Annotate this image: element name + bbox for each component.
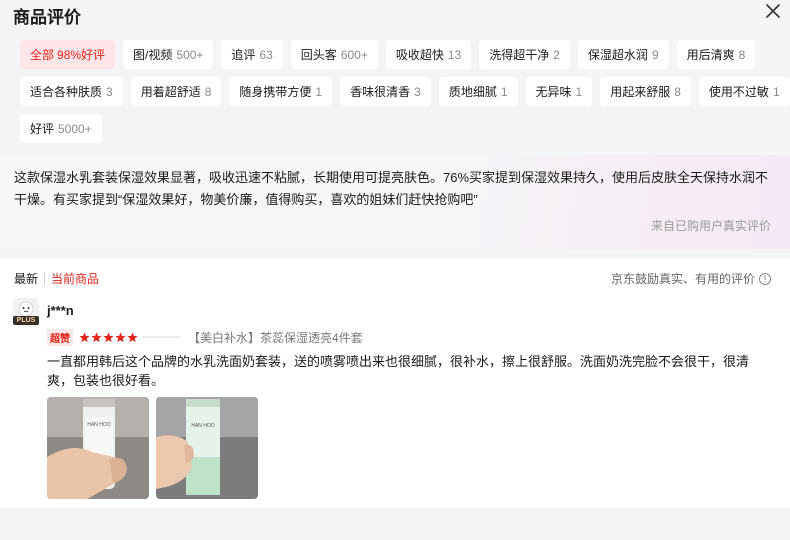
tag-label: 香味很清香 — [350, 85, 411, 99]
tag-label: 追评 — [231, 48, 256, 62]
review-photos: HAN HOO HAN HOO — [47, 397, 258, 499]
tag-count: 9 — [651, 47, 659, 62]
filter-tags: 全部 98%好评 图/视频 500+ 追评 63 回头客 600+ 吸收超快 13 洗得超… — [20, 40, 790, 151]
info-icon: ! — [759, 272, 771, 285]
review-panel: 商品评价 全部 98%好评 图/视频 500+ 追评 63 回头客 600+ 吸收超快 1… — [0, 0, 790, 540]
tag-label: 用后清爽 — [686, 48, 735, 62]
tag-count: 5000+ — [58, 121, 92, 136]
tag-label: 好评 — [30, 122, 55, 136]
tag-label: 用起来舒服 — [610, 85, 671, 99]
review-header: 商品评价 全部 98%好评 图/视频 500+ 追评 63 回头客 600+ 吸收超快 1… — [0, 0, 790, 150]
tag-count: 2 — [553, 47, 560, 62]
tag-count: 8 — [738, 47, 746, 62]
ai-summary: 这款保湿水乳套装保湿效果显著，吸收迅速不粘腻，长期使用可提亮肤色。76%买家提到… — [0, 155, 790, 249]
tag-label: 适合各种肤质 — [30, 85, 103, 99]
policy-text: 京东鼓励真实、有用的评价 — [610, 272, 755, 286]
tag-refreshing[interactable]: 用后清爽 8 — [676, 40, 756, 69]
product-variant: 【美白补水】茶蕊保湿透亮4件套 — [188, 330, 363, 345]
review-policy[interactable]: 京东鼓励真实、有用的评价 ! — [611, 270, 771, 287]
tag-row-3: 好评 5000+ — [20, 114, 780, 143]
star-icon — [79, 332, 90, 342]
tag-count: 8 — [204, 84, 212, 99]
tag-follow-up[interactable]: 追评 63 — [221, 40, 283, 69]
tag-count: 1 — [575, 84, 583, 99]
tag-count: 1 — [315, 84, 323, 99]
rating-badge: 超赞 — [47, 328, 73, 346]
tag-repeat-buyer[interactable]: 回头客 600+ — [290, 40, 378, 69]
tag-moisturizing[interactable]: 保湿超水润 9 — [577, 40, 669, 69]
summary-source: 来自已购用户真实评价 — [650, 219, 771, 233]
star-icon — [103, 332, 114, 342]
photo-brand-text: HAN HOO — [87, 422, 110, 428]
tag-row-1: 全部 98%好评 图/视频 500+ 追评 63 回头客 600+ 吸收超快 13 洗得超… — [20, 40, 780, 69]
tag-row-2: 适合各种肤质 3 用着超舒适 8 随身携带方便 1 香味很清香 3 质地细腻 1 无异味 1… — [20, 77, 790, 106]
tag-label: 使用不过敏 — [708, 85, 769, 99]
star-rating — [79, 332, 138, 343]
tag-no-allergy[interactable]: 使用不过敏 1 — [698, 77, 790, 106]
tag-label: 用着超舒适 — [140, 85, 201, 99]
review-photo[interactable]: HAN HOO — [47, 397, 149, 499]
plus-badge: PLUS — [13, 316, 39, 325]
tag-clean-wash[interactable]: 洗得超干净 2 — [479, 40, 570, 69]
tag-count: 3 — [414, 84, 421, 99]
tag-label: 无异味 — [535, 85, 572, 99]
rating-row: 超赞 【美白补水】茶蕊保湿透亮4件套 — [47, 328, 363, 346]
panel-title: 商品评价 — [13, 8, 81, 27]
tag-comfortable-use[interactable]: 用起来舒服 8 — [600, 77, 691, 106]
review-photo[interactable]: HAN HOO — [156, 397, 258, 499]
tag-count: 3 — [106, 84, 113, 99]
review-text: 一直都用韩后这个品牌的水乳洗面奶套装，送的喷雾喷出来也很细腻，很补水，擦上很舒服… — [47, 354, 750, 388]
username: j***n — [47, 303, 74, 318]
tag-label: 全部 — [30, 48, 55, 62]
rating-divider — [142, 336, 180, 338]
tag-positive[interactable]: 好评 5000+ — [20, 114, 102, 143]
tag-label: 图/视频 — [133, 48, 173, 62]
tag-fast-absorb[interactable]: 吸收超快 13 — [385, 40, 472, 69]
photo-brand-text: HAN HOO — [191, 423, 214, 429]
tag-count: 13 — [447, 47, 462, 62]
tag-fine-texture[interactable]: 质地细腻 1 — [438, 77, 518, 106]
tag-comfortable[interactable]: 用着超舒适 8 — [130, 77, 222, 106]
tag-label: 回头客 — [300, 48, 337, 62]
tag-count: 1 — [772, 84, 780, 99]
review-list: 最新 当前商品 京东鼓励真实、有用的评价 ! PLUS j***n 超赞 【美白… — [0, 258, 790, 508]
tag-count: 1 — [500, 84, 508, 99]
sort-latest[interactable]: 最新 — [14, 270, 38, 287]
close-icon[interactable] — [765, 3, 781, 19]
star-icon — [127, 332, 138, 342]
tag-count: 600+ — [340, 47, 368, 62]
tag-label: 吸收超快 — [395, 48, 444, 62]
tag-label: 质地细腻 — [448, 85, 497, 99]
sort-current-product[interactable]: 当前商品 — [51, 270, 99, 287]
tag-photo-video[interactable]: 图/视频 500+ — [123, 40, 214, 69]
sort-divider — [44, 272, 46, 285]
tag-all[interactable]: 全部 98%好评 — [20, 40, 116, 69]
star-icon — [91, 332, 102, 342]
tag-count: 98%好评 — [57, 48, 106, 62]
tag-label: 洗得超干净 — [489, 48, 550, 62]
summary-text: 这款保湿水乳套装保湿效果显著，吸收迅速不粘腻，长期使用可提亮肤色。76%买家提到… — [14, 170, 769, 207]
tag-count: 500+ — [176, 47, 204, 62]
tag-label: 随身携带方便 — [239, 85, 312, 99]
tag-no-odor[interactable]: 无异味 1 — [525, 77, 593, 106]
tag-fragrance[interactable]: 香味很清香 3 — [340, 77, 431, 106]
tag-all-skin-types[interactable]: 适合各种肤质 3 — [20, 77, 123, 106]
tag-portable[interactable]: 随身携带方便 1 — [229, 77, 333, 106]
tag-count: 63 — [259, 47, 273, 62]
tag-count: 8 — [674, 84, 681, 99]
star-icon — [115, 332, 126, 342]
sort-bar: 最新 当前商品 — [14, 270, 99, 287]
tag-label: 保湿超水润 — [587, 48, 648, 62]
